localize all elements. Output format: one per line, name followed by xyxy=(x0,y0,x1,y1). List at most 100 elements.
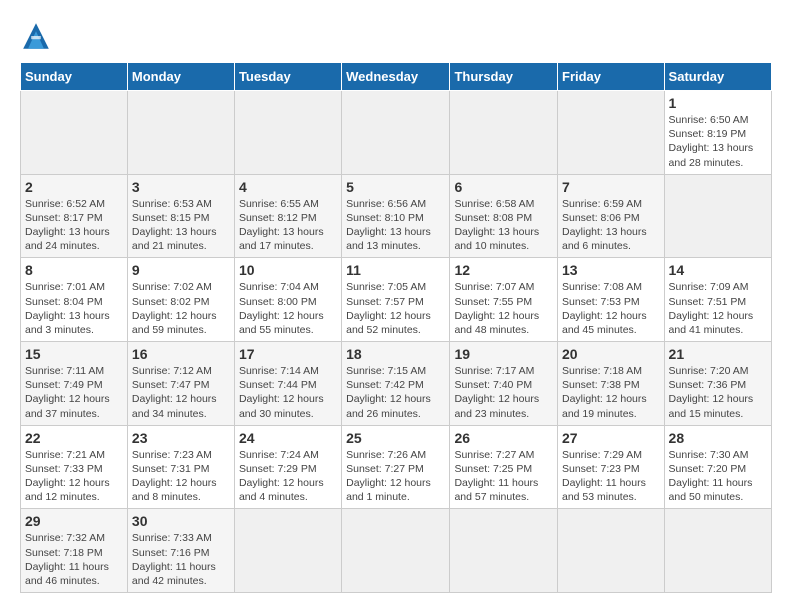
calendar-day-cell xyxy=(234,91,341,175)
calendar-day-cell: 22Sunrise: 7:21 AMSunset: 7:33 PMDayligh… xyxy=(21,425,128,509)
day-number: 17 xyxy=(239,346,337,362)
day-info: Sunrise: 7:04 AMSunset: 8:00 PMDaylight:… xyxy=(239,280,337,337)
calendar-day-cell xyxy=(558,91,665,175)
calendar-day-cell: 21 Sunrise: 7:20 AMSunset: 7:36 PMDayligh… xyxy=(664,342,771,426)
day-info: Sunrise: 7:09 AMSunset: 7:51 PMDaylight:… xyxy=(669,280,767,337)
calendar-header-row: SundayMondayTuesdayWednesdayThursdayFrid… xyxy=(21,63,772,91)
calendar-day-cell: 26 Sunrise: 7:27 AMSunset: 7:25 PMDayligh… xyxy=(450,425,558,509)
day-number: 23 xyxy=(132,430,230,446)
day-info: Sunrise: 7:02 AMSunset: 8:02 PMDaylight:… xyxy=(132,280,230,337)
logo-icon xyxy=(20,20,52,52)
calendar-week-row: 15 Sunrise: 7:11 AMSunset: 7:49 PMDayligh… xyxy=(21,342,772,426)
calendar-day-cell: 7 Sunrise: 6:59 AMSunset: 8:06 PMDaylight… xyxy=(558,174,665,258)
calendar-day-cell xyxy=(558,509,665,593)
day-number: 8 xyxy=(25,262,123,278)
calendar-day-cell xyxy=(450,91,558,175)
day-info: Sunrise: 7:33 AMSunset: 7:16 PMDaylight:… xyxy=(132,531,230,588)
day-info: Sunrise: 7:30 AMSunset: 7:20 PMDaylight:… xyxy=(669,448,767,505)
day-info: Sunrise: 6:56 AMSunset: 8:10 PMDaylight:… xyxy=(346,197,445,254)
day-info: Sunrise: 7:17 AMSunset: 7:40 PMDaylight:… xyxy=(454,364,553,421)
day-number: 29 xyxy=(25,513,123,529)
day-number: 12 xyxy=(454,262,553,278)
calendar-day-cell: 18Sunrise: 7:15 AMSunset: 7:42 PMDayligh… xyxy=(342,342,450,426)
day-number: 14 xyxy=(669,262,767,278)
day-number: 25 xyxy=(346,430,445,446)
calendar-day-cell xyxy=(342,509,450,593)
calendar-day-cell: 29 Sunrise: 7:32 AMSunset: 7:18 PMDayligh… xyxy=(21,509,128,593)
calendar-day-cell: 12 Sunrise: 7:07 AMSunset: 7:55 PMDayligh… xyxy=(450,258,558,342)
day-number: 19 xyxy=(454,346,553,362)
calendar-week-row: 29 Sunrise: 7:32 AMSunset: 7:18 PMDayligh… xyxy=(21,509,772,593)
day-number: 6 xyxy=(454,179,553,195)
calendar-day-cell: 15 Sunrise: 7:11 AMSunset: 7:49 PMDayligh… xyxy=(21,342,128,426)
calendar-day-cell: 16 Sunrise: 7:12 AMSunset: 7:47 PMDayligh… xyxy=(127,342,234,426)
day-info: Sunrise: 6:53 AMSunset: 8:15 PMDaylight:… xyxy=(132,197,230,254)
calendar-day-cell: 24Sunrise: 7:24 AMSunset: 7:29 PMDayligh… xyxy=(234,425,341,509)
day-info: Sunrise: 7:18 AMSunset: 7:38 PMDaylight:… xyxy=(562,364,660,421)
day-info: Sunrise: 7:20 AMSunset: 7:36 PMDaylight:… xyxy=(669,364,767,421)
day-info: Sunrise: 7:23 AMSunset: 7:31 PMDaylight:… xyxy=(132,448,230,505)
calendar-day-cell: 3 Sunrise: 6:53 AMSunset: 8:15 PMDaylight… xyxy=(127,174,234,258)
day-number: 15 xyxy=(25,346,123,362)
day-number: 9 xyxy=(132,262,230,278)
day-info: Sunrise: 6:55 AMSunset: 8:12 PMDaylight:… xyxy=(239,197,337,254)
day-number: 30 xyxy=(132,513,230,529)
day-info: Sunrise: 7:07 AMSunset: 7:55 PMDaylight:… xyxy=(454,280,553,337)
calendar-day-cell: 4 Sunrise: 6:55 AMSunset: 8:12 PMDaylight… xyxy=(234,174,341,258)
day-info: Sunrise: 7:05 AMSunset: 7:57 PMDaylight:… xyxy=(346,280,445,337)
calendar-day-cell: 20Sunrise: 7:18 AMSunset: 7:38 PMDayligh… xyxy=(558,342,665,426)
day-of-week-header: Thursday xyxy=(450,63,558,91)
day-of-week-header: Wednesday xyxy=(342,63,450,91)
calendar-week-row: 8Sunrise: 7:01 AMSunset: 8:04 PMDaylight… xyxy=(21,258,772,342)
calendar-week-row: 1Sunrise: 6:50 AMSunset: 8:19 PMDaylight… xyxy=(21,91,772,175)
calendar-day-cell: 8Sunrise: 7:01 AMSunset: 8:04 PMDaylight… xyxy=(21,258,128,342)
calendar-day-cell: 27Sunrise: 7:29 AMSunset: 7:23 PMDayligh… xyxy=(558,425,665,509)
day-number: 3 xyxy=(132,179,230,195)
calendar-day-cell: 10 Sunrise: 7:04 AMSunset: 8:00 PMDayligh… xyxy=(234,258,341,342)
day-number: 28 xyxy=(669,430,767,446)
calendar-day-cell: 11 Sunrise: 7:05 AMSunset: 7:57 PMDayligh… xyxy=(342,258,450,342)
day-info: Sunrise: 7:12 AMSunset: 7:47 PMDaylight:… xyxy=(132,364,230,421)
day-info: Sunrise: 7:08 AMSunset: 7:53 PMDaylight:… xyxy=(562,280,660,337)
calendar-day-cell xyxy=(127,91,234,175)
calendar-day-cell: 17 Sunrise: 7:14 AMSunset: 7:44 PMDayligh… xyxy=(234,342,341,426)
day-info: Sunrise: 7:29 AMSunset: 7:23 PMDaylight:… xyxy=(562,448,660,505)
calendar-day-cell xyxy=(664,174,771,258)
day-number: 10 xyxy=(239,262,337,278)
calendar-day-cell xyxy=(664,509,771,593)
logo xyxy=(20,20,58,52)
day-number: 21 xyxy=(669,346,767,362)
day-number: 5 xyxy=(346,179,445,195)
calendar-day-cell: 1Sunrise: 6:50 AMSunset: 8:19 PMDaylight… xyxy=(664,91,771,175)
calendar-day-cell: 23 Sunrise: 7:23 AMSunset: 7:31 PMDayligh… xyxy=(127,425,234,509)
day-number: 16 xyxy=(132,346,230,362)
day-number: 24 xyxy=(239,430,337,446)
day-info: Sunrise: 6:59 AMSunset: 8:06 PMDaylight:… xyxy=(562,197,660,254)
day-number: 2 xyxy=(25,179,123,195)
day-info: Sunrise: 6:52 AMSunset: 8:17 PMDaylight:… xyxy=(25,197,123,254)
calendar-week-row: 22Sunrise: 7:21 AMSunset: 7:33 PMDayligh… xyxy=(21,425,772,509)
day-of-week-header: Friday xyxy=(558,63,665,91)
calendar-day-cell xyxy=(234,509,341,593)
day-info: Sunrise: 7:14 AMSunset: 7:44 PMDaylight:… xyxy=(239,364,337,421)
day-number: 11 xyxy=(346,262,445,278)
day-number: 7 xyxy=(562,179,660,195)
calendar-day-cell: 2 Sunrise: 6:52 AMSunset: 8:17 PMDaylight… xyxy=(21,174,128,258)
day-number: 22 xyxy=(25,430,123,446)
day-info: Sunrise: 7:26 AMSunset: 7:27 PMDaylight:… xyxy=(346,448,445,505)
day-number: 26 xyxy=(454,430,553,446)
day-info: Sunrise: 7:11 AMSunset: 7:49 PMDaylight:… xyxy=(25,364,123,421)
day-info: Sunrise: 6:58 AMSunset: 8:08 PMDaylight:… xyxy=(454,197,553,254)
day-info: Sunrise: 7:32 AMSunset: 7:18 PMDaylight:… xyxy=(25,531,123,588)
calendar-day-cell: 25 Sunrise: 7:26 AMSunset: 7:27 PMDayligh… xyxy=(342,425,450,509)
calendar-day-cell: 5 Sunrise: 6:56 AMSunset: 8:10 PMDaylight… xyxy=(342,174,450,258)
calendar-week-row: 2 Sunrise: 6:52 AMSunset: 8:17 PMDaylight… xyxy=(21,174,772,258)
calendar-day-cell xyxy=(342,91,450,175)
calendar-day-cell: 19 Sunrise: 7:17 AMSunset: 7:40 PMDayligh… xyxy=(450,342,558,426)
day-of-week-header: Tuesday xyxy=(234,63,341,91)
calendar-day-cell: 28 Sunrise: 7:30 AMSunset: 7:20 PMDayligh… xyxy=(664,425,771,509)
day-number: 4 xyxy=(239,179,337,195)
day-info: Sunrise: 7:27 AMSunset: 7:25 PMDaylight:… xyxy=(454,448,553,505)
day-number: 18 xyxy=(346,346,445,362)
calendar-day-cell: 9 Sunrise: 7:02 AMSunset: 8:02 PMDaylight… xyxy=(127,258,234,342)
